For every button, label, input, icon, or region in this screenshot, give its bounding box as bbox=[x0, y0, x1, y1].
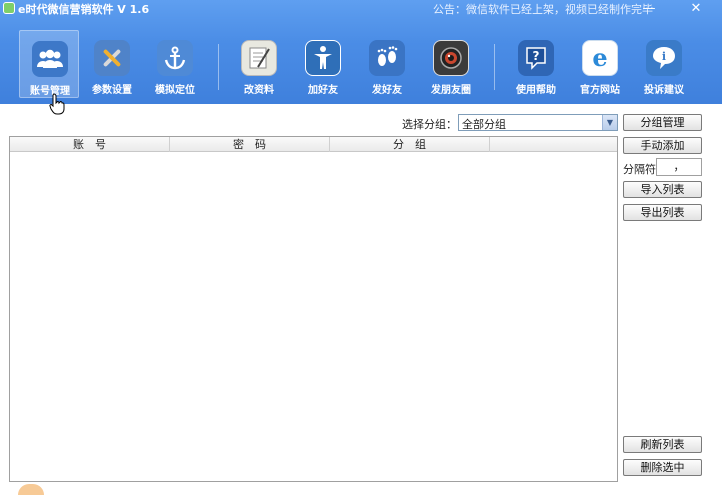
window-title: e时代微信营销软件 V 1.6 bbox=[18, 3, 150, 16]
manual-add-button[interactable]: 手动添加 bbox=[623, 137, 702, 154]
toolbar-website[interactable]: e 官方网站 bbox=[570, 30, 630, 98]
table-header: 账 号 密 码 分 组 bbox=[10, 137, 617, 152]
toolbar-moments[interactable]: 发朋友圈 bbox=[421, 30, 481, 98]
title-bar: e时代微信营销软件 V 1.6 公告：微信软件已经上架，视频已经制作完毕 — ✕ bbox=[0, 0, 722, 18]
users-icon bbox=[32, 41, 68, 77]
camera-icon bbox=[433, 40, 469, 76]
delete-selected-button[interactable]: 删除选中 bbox=[623, 459, 702, 476]
toolbar-label: 发好友 bbox=[372, 85, 402, 96]
toolbar-add-friend[interactable]: 加好友 bbox=[293, 30, 353, 98]
group-select[interactable]: 全部分组 ▼ bbox=[458, 114, 618, 131]
chevron-down-icon[interactable]: ▼ bbox=[602, 115, 617, 130]
import-list-button[interactable]: 导入列表 bbox=[623, 181, 702, 198]
close-button[interactable]: ✕ bbox=[676, 0, 716, 18]
group-manage-button[interactable]: 分组管理 bbox=[623, 114, 702, 131]
toolbar-send-friend[interactable]: 发好友 bbox=[357, 30, 417, 98]
toolbar-feedback[interactable]: i 投诉建议 bbox=[634, 30, 694, 98]
wrench-icon bbox=[94, 40, 130, 76]
toolbar-label: 加好友 bbox=[308, 85, 338, 96]
info-icon: i bbox=[646, 40, 682, 76]
svg-text:i: i bbox=[662, 50, 666, 63]
toolbar-label: 参数设置 bbox=[92, 85, 132, 96]
toolbar-settings[interactable]: 参数设置 bbox=[82, 30, 142, 98]
separator-input[interactable]: ， bbox=[656, 158, 702, 176]
toolbar-label: 官方网站 bbox=[580, 85, 620, 96]
hand-cursor-icon bbox=[49, 93, 65, 118]
notepad-icon bbox=[241, 40, 277, 76]
column-header-account[interactable]: 账 号 bbox=[10, 137, 170, 152]
toolbar-edit-profile[interactable]: 改资料 bbox=[229, 30, 289, 98]
announcement-text: 公告：微信软件已经上架，视频已经制作完毕 bbox=[433, 3, 653, 16]
anchor-icon bbox=[157, 40, 193, 76]
top-band: e时代微信营销软件 V 1.6 公告：微信软件已经上架，视频已经制作完毕 — ✕… bbox=[0, 0, 722, 104]
question-icon: ? bbox=[518, 40, 554, 76]
svg-text:?: ? bbox=[533, 49, 540, 63]
separator-label: 分隔符 bbox=[623, 163, 656, 176]
column-header-password[interactable]: 密 码 bbox=[170, 137, 330, 152]
toolbar-help[interactable]: ? 使用帮助 bbox=[506, 30, 566, 98]
toolbar-account-manage[interactable]: 账号管理 bbox=[19, 30, 79, 98]
browser-icon: e bbox=[582, 40, 618, 76]
export-list-button[interactable]: 导出列表 bbox=[623, 204, 702, 221]
footprints-icon bbox=[369, 40, 405, 76]
toolbar-label: 投诉建议 bbox=[644, 85, 684, 96]
group-select-label: 选择分组： bbox=[402, 118, 457, 131]
toolbar-divider bbox=[494, 44, 495, 90]
group-select-value: 全部分组 bbox=[462, 118, 506, 131]
toolbar-location[interactable]: 模拟定位 bbox=[145, 30, 205, 98]
status-indicator bbox=[18, 484, 44, 495]
account-table[interactable]: 账 号 密 码 分 组 bbox=[9, 136, 618, 482]
column-header-empty bbox=[490, 137, 617, 152]
toolbar-label: 改资料 bbox=[244, 85, 274, 96]
toolbar-label: 模拟定位 bbox=[155, 85, 195, 96]
svg-text:e: e bbox=[592, 44, 607, 72]
toolbar-divider bbox=[218, 44, 219, 90]
toolbar-label: 使用帮助 bbox=[516, 85, 556, 96]
toolbar-label: 发朋友圈 bbox=[431, 85, 471, 96]
minimize-button[interactable]: — bbox=[635, 0, 663, 18]
app-icon bbox=[3, 2, 15, 14]
main-toolbar: 账号管理 参数设置 模拟定位 改资料 加好友 发好友 发朋友圈 ? 使用帮助 e… bbox=[0, 30, 722, 100]
column-header-group[interactable]: 分 组 bbox=[330, 137, 490, 152]
person-icon bbox=[305, 40, 341, 76]
refresh-list-button[interactable]: 刷新列表 bbox=[623, 436, 702, 453]
